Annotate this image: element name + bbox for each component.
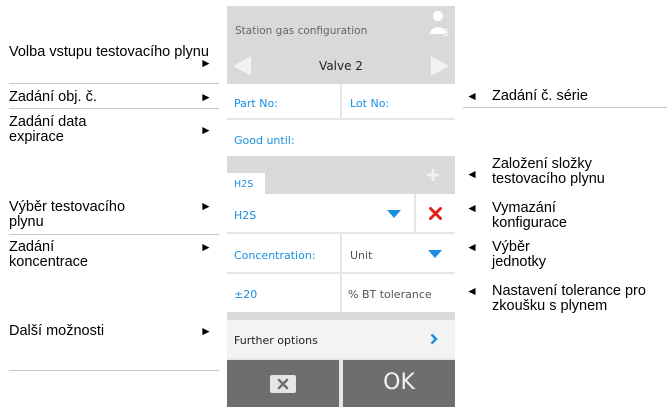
part-number-field[interactable]: Part No: — [227, 84, 340, 118]
spacer — [227, 312, 455, 320]
annotation-further-options: Další možnosti — [9, 323, 105, 339]
pointer-left-arrow: ◄ — [466, 240, 478, 254]
concentration-field[interactable]: Concentration: — [227, 234, 340, 272]
pointer-right-arrow: ► — [200, 123, 212, 137]
annotation-lot-number: Zadání č. série — [492, 88, 588, 104]
delete-configuration-button[interactable] — [416, 194, 455, 232]
annotation-gas-input-selection: Volba vstupu testovacího plynu — [9, 44, 209, 60]
gas-folder-tab-label: H2S — [234, 179, 254, 190]
pointer-left-arrow: ◄ — [466, 89, 478, 103]
ok-button[interactable]: OK — [343, 360, 455, 407]
part-number-label: Part No: — [234, 97, 278, 110]
cancel-button[interactable] — [227, 360, 339, 407]
next-valve-arrow-icon[interactable] — [427, 53, 453, 79]
annotation-tolerance-setting: Nastavení tolerance pro zkoušku s plynem — [492, 283, 646, 314]
concentration-label: Concentration: — [234, 249, 316, 262]
tolerance-field[interactable]: ±20 — [227, 274, 340, 312]
good-until-label: Good until: — [234, 134, 295, 147]
unit-select[interactable]: Unit — [342, 234, 455, 272]
add-folder-plus-icon[interactable] — [426, 168, 440, 182]
divider — [9, 83, 219, 84]
pointer-left-arrow: ◄ — [466, 201, 478, 215]
user-level-badge: 5 — [443, 28, 449, 38]
annotation-expiry-date: Zadání data expirace — [9, 114, 87, 145]
tolerance-value: ±20 — [234, 288, 258, 301]
annotation-create-gas-folder: Založení složky testovacího plynu — [492, 156, 605, 187]
lot-number-label: Lot No: — [350, 97, 390, 110]
divider — [9, 370, 219, 371]
title-bar: Station gas configuration 5 — [227, 6, 455, 50]
further-options-label: Further options — [234, 334, 318, 347]
pointer-right-arrow: ► — [200, 56, 212, 70]
valve-selector: Valve 2 — [227, 50, 455, 84]
user-level-icon[interactable]: 5 — [429, 10, 451, 38]
gas-folder-tab[interactable]: H2S — [227, 173, 265, 194]
lot-number-field[interactable]: Lot No: — [342, 84, 455, 118]
screen-title: Station gas configuration — [235, 25, 368, 37]
pointer-left-arrow: ◄ — [466, 284, 478, 298]
ok-button-label: OK — [383, 370, 415, 395]
further-options-button[interactable]: Further options — [227, 320, 455, 358]
pointer-right-arrow: ► — [200, 240, 212, 254]
pointer-right-arrow: ► — [200, 324, 212, 338]
delete-x-icon — [429, 207, 442, 220]
divider — [463, 107, 667, 108]
annotation-part-number: Zadání obj. č. — [9, 89, 97, 105]
tolerance-unit-field: % BT tolerance — [342, 274, 455, 312]
gas-select[interactable]: H2S — [227, 194, 414, 232]
divider — [9, 108, 219, 109]
divider — [9, 234, 219, 235]
gas-folder-bar: H2S — [227, 156, 455, 194]
unit-select-value: Unit — [350, 249, 373, 262]
pointer-right-arrow: ► — [200, 199, 212, 213]
pointer-left-arrow: ◄ — [466, 167, 478, 181]
valve-label: Valve 2 — [319, 59, 363, 73]
previous-valve-arrow-icon[interactable] — [229, 53, 255, 79]
annotation-gas-selection: Výběr testovacího plynu — [9, 199, 126, 230]
good-until-field[interactable]: Good until: — [227, 120, 455, 156]
annotation-delete-configuration: Vymazání konfigurace — [492, 200, 567, 231]
gas-select-value: H2S — [234, 209, 257, 222]
device-screen: Station gas configuration 5 Valve 2 Part… — [227, 6, 455, 407]
tolerance-unit-label: % BT tolerance — [348, 288, 432, 301]
chevron-right-icon — [430, 333, 438, 345]
chevron-down-icon — [387, 210, 401, 218]
annotation-concentration: Zadání koncentrace — [9, 239, 88, 270]
cancel-x-icon — [270, 375, 296, 393]
chevron-down-icon — [428, 250, 442, 258]
annotation-unit-selection: Výběr jednotky — [492, 239, 547, 270]
pointer-right-arrow: ► — [200, 90, 212, 104]
